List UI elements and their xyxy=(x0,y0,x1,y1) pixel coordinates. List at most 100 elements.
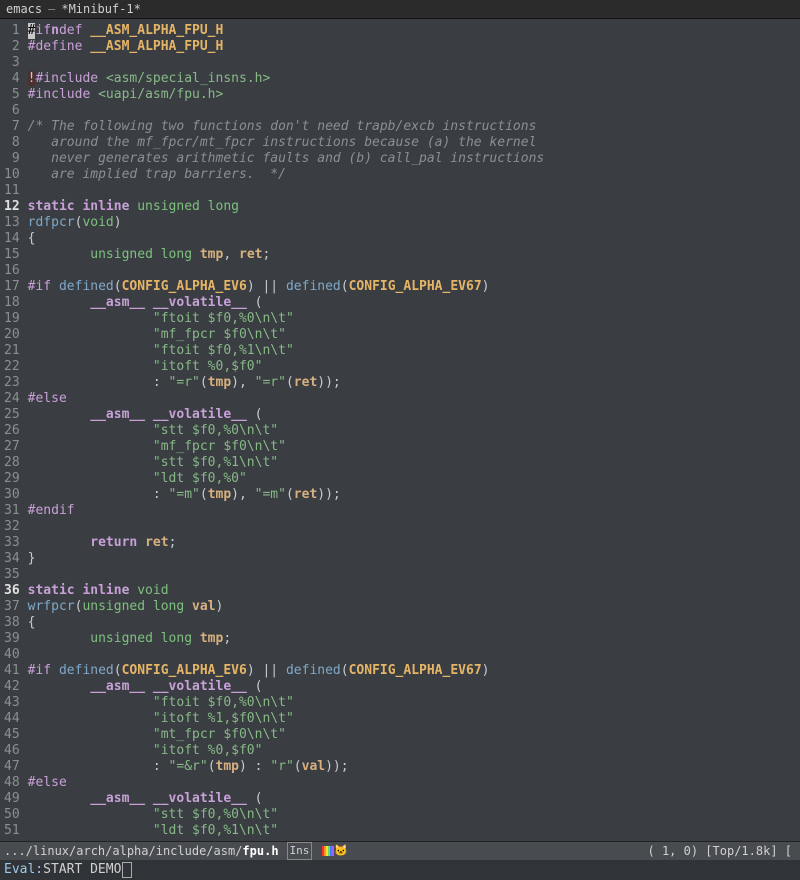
code-line[interactable]: !#include <asm/special_insns.h> xyxy=(28,71,800,87)
code-line[interactable] xyxy=(28,519,800,535)
code-line[interactable]: unsigned long tmp, ret; xyxy=(28,247,800,263)
code-line[interactable]: "ldt $f0,%0" xyxy=(28,471,800,487)
code-line[interactable]: "ftoit $f0,%0\n\t" xyxy=(28,695,800,711)
code-line[interactable]: : "=r"(tmp), "=r"(ret)); xyxy=(28,375,800,391)
code-line[interactable]: "mt_fpcr $f0\n\t" xyxy=(28,727,800,743)
minibuffer[interactable]: Eval: START DEMO xyxy=(0,860,800,880)
editor-area[interactable]: 1234567891011121314151617181920212223242… xyxy=(0,19,800,841)
code-line[interactable]: "itoft %1,$f0\n\t" xyxy=(28,711,800,727)
line-number: 31 xyxy=(4,503,20,519)
code-line[interactable]: #if defined(CONFIG_ALPHA_EV6) || defined… xyxy=(28,279,800,295)
line-number: 50 xyxy=(4,807,20,823)
code-line[interactable]: never generates arithmetic faults and (b… xyxy=(28,151,800,167)
code-line[interactable]: "ldt $f0,%1\n\t" xyxy=(28,823,800,839)
code-line[interactable]: are implied trap barriers. */ xyxy=(28,167,800,183)
line-number: 18 xyxy=(4,295,20,311)
code-line[interactable]: wrfpcr(unsigned long val) xyxy=(28,599,800,615)
line-number: 45 xyxy=(4,727,20,743)
line-number: 30 xyxy=(4,487,20,503)
code-line[interactable]: #include <uapi/asm/fpu.h> xyxy=(28,87,800,103)
code-line[interactable]: { xyxy=(28,231,800,247)
code-line[interactable]: #endif xyxy=(28,503,800,519)
line-number: 7 xyxy=(4,119,20,135)
code-line[interactable]: rdfpcr(void) xyxy=(28,215,800,231)
code-line[interactable] xyxy=(28,183,800,199)
code-line[interactable] xyxy=(28,567,800,583)
mode-line-filename: fpu.h xyxy=(242,843,278,859)
code-line[interactable]: } xyxy=(28,551,800,567)
line-number: 44 xyxy=(4,711,20,727)
line-number: 14 xyxy=(4,231,20,247)
line-number: 6 xyxy=(4,103,20,119)
code-line[interactable] xyxy=(28,263,800,279)
minibuffer-input[interactable]: START DEMO xyxy=(43,862,121,878)
mode-line-position: ( 1, 0) [Top/1.8k] [ xyxy=(648,843,793,859)
line-number: 33 xyxy=(4,535,20,551)
line-number: 13 xyxy=(4,215,20,231)
code-line[interactable] xyxy=(28,103,800,119)
mode-line: .../linux/arch/alpha/include/asm/ fpu.h … xyxy=(0,841,800,860)
line-number: 51 xyxy=(4,823,20,839)
line-number: 2 xyxy=(4,39,20,55)
code-line[interactable]: __asm__ __volatile__ ( xyxy=(28,679,800,695)
nyan-cat-glyph: 🐱 xyxy=(334,843,348,859)
code-line[interactable]: __asm__ __volatile__ ( xyxy=(28,407,800,423)
mode-line-path: .../linux/arch/alpha/include/asm/ xyxy=(4,843,242,859)
code-line[interactable]: return ret; xyxy=(28,535,800,551)
line-number-gutter: 1234567891011121314151617181920212223242… xyxy=(0,19,26,841)
code-line[interactable]: "ftoit $f0,%0\n\t" xyxy=(28,311,800,327)
code-line[interactable]: "itoft %0,$f0" xyxy=(28,743,800,759)
code-line[interactable]: "stt $f0,%0\n\t" xyxy=(28,807,800,823)
code-line[interactable] xyxy=(28,647,800,663)
line-number: 41 xyxy=(4,663,20,679)
line-number: 27 xyxy=(4,439,20,455)
code-line[interactable]: : "=m"(tmp), "=m"(ret)); xyxy=(28,487,800,503)
code-line[interactable]: #else xyxy=(28,391,800,407)
code-line[interactable]: "itoft %0,$f0" xyxy=(28,359,800,375)
line-number: 37 xyxy=(4,599,20,615)
line-number: 4 xyxy=(4,71,20,87)
buffer-name: *Minibuf-1* xyxy=(61,1,140,17)
code-line[interactable]: #else xyxy=(28,775,800,791)
line-number: 16 xyxy=(4,263,20,279)
line-number: 21 xyxy=(4,343,20,359)
code-line[interactable]: "ftoit $f0,%1\n\t" xyxy=(28,343,800,359)
minibuffer-cursor xyxy=(122,862,132,878)
line-number: 9 xyxy=(4,151,20,167)
code-line[interactable]: { xyxy=(28,615,800,631)
line-number: 46 xyxy=(4,743,20,759)
code-line[interactable]: #ifndef __ASM_ALPHA_FPU_H xyxy=(28,23,800,39)
line-number: 35 xyxy=(4,567,20,583)
code-line[interactable]: "stt $f0,%1\n\t" xyxy=(28,455,800,471)
code-line[interactable]: unsigned long tmp; xyxy=(28,631,800,647)
code-line[interactable]: #define __ASM_ALPHA_FPU_H xyxy=(28,39,800,55)
line-number: 24 xyxy=(4,391,20,407)
line-number: 3 xyxy=(4,55,20,71)
code-content[interactable]: #ifndef __ASM_ALPHA_FPU_H#define __ASM_A… xyxy=(26,19,800,841)
line-number: 10 xyxy=(4,167,20,183)
line-number: 25 xyxy=(4,407,20,423)
code-line[interactable]: static inline void xyxy=(28,583,800,599)
line-number: 32 xyxy=(4,519,20,535)
code-line[interactable]: : "=&r"(tmp) : "r"(val)); xyxy=(28,759,800,775)
code-line[interactable]: static inline unsigned long xyxy=(28,199,800,215)
code-line[interactable]: around the mf_fpcr/mt_fpcr instructions … xyxy=(28,135,800,151)
nyan-cat-icon: 🐱 xyxy=(322,843,348,859)
minibuffer-prompt: Eval: xyxy=(4,862,43,878)
line-number: 23 xyxy=(4,375,20,391)
title-dash: – xyxy=(48,1,55,17)
code-line[interactable]: #if defined(CONFIG_ALPHA_EV6) || defined… xyxy=(28,663,800,679)
code-line[interactable]: __asm__ __volatile__ ( xyxy=(28,791,800,807)
title-bar: emacs – *Minibuf-1* xyxy=(0,0,800,19)
emacs-window: emacs – *Minibuf-1* 12345678910111213141… xyxy=(0,0,800,880)
line-number: 40 xyxy=(4,647,20,663)
code-line[interactable]: /* The following two functions don't nee… xyxy=(28,119,800,135)
code-line[interactable] xyxy=(28,55,800,71)
code-line[interactable]: "mf_fpcr $f0\n\t" xyxy=(28,439,800,455)
line-number: 15 xyxy=(4,247,20,263)
code-line[interactable]: "stt $f0,%0\n\t" xyxy=(28,423,800,439)
line-number: 8 xyxy=(4,135,20,151)
code-line[interactable]: "mf_fpcr $f0\n\t" xyxy=(28,327,800,343)
line-number: 26 xyxy=(4,423,20,439)
code-line[interactable]: __asm__ __volatile__ ( xyxy=(28,295,800,311)
